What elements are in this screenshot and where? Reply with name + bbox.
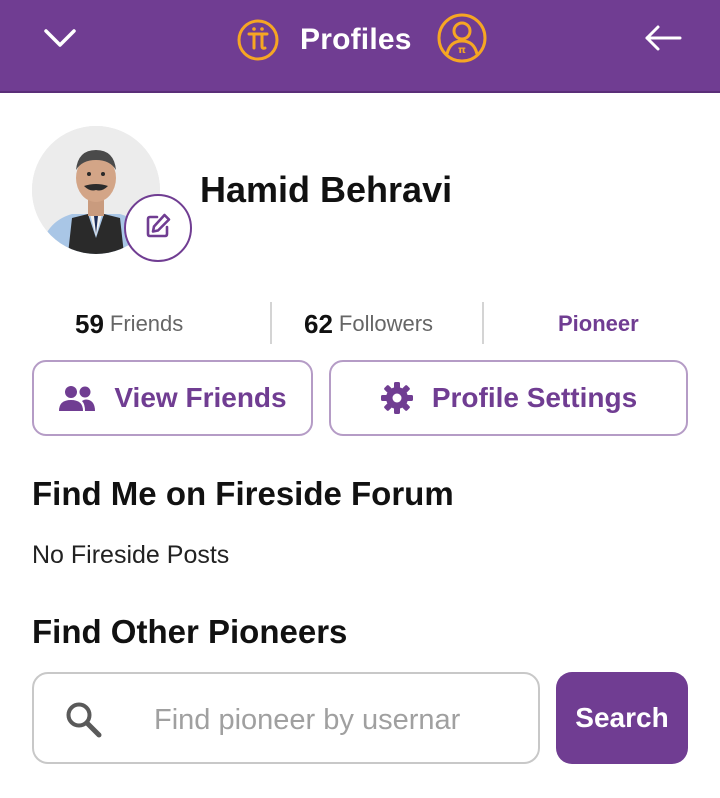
fireside-empty-text: No Fireside Posts bbox=[32, 541, 230, 569]
stat-divider bbox=[482, 302, 484, 344]
people-icon bbox=[58, 385, 96, 411]
view-friends-button[interactable]: View Friends bbox=[32, 360, 313, 436]
pi-logo-icon bbox=[236, 18, 280, 62]
arrow-left-icon[interactable] bbox=[640, 18, 686, 58]
view-friends-label: View Friends bbox=[114, 382, 287, 413]
profile-settings-button[interactable]: Profile Settings bbox=[329, 360, 688, 436]
pencil-edit-icon bbox=[143, 211, 173, 246]
friends-label: Friends bbox=[109, 311, 184, 336]
search-field bbox=[32, 672, 540, 764]
search-icon bbox=[64, 700, 104, 740]
edit-avatar-button[interactable] bbox=[124, 194, 192, 262]
chevron-down-icon[interactable] bbox=[40, 22, 80, 54]
followers-label: Followers bbox=[338, 311, 434, 336]
role-badge: Pioneer bbox=[558, 311, 639, 336]
friends-stat: 59 Friends bbox=[75, 300, 183, 348]
page-title: Profiles bbox=[300, 23, 412, 56]
friends-count: 59 bbox=[75, 308, 104, 339]
find-pioneers-heading: Find Other Pioneers bbox=[32, 613, 348, 650]
profile-stats: 59 Friends 62 Followers Pioneer bbox=[0, 300, 720, 348]
svg-text:π: π bbox=[458, 45, 466, 56]
profile-name: Hamid Behravi bbox=[200, 169, 453, 210]
followers-count: 62 bbox=[304, 308, 333, 339]
followers-stat: 62 Followers bbox=[304, 300, 433, 348]
search-button[interactable]: Search bbox=[556, 672, 688, 764]
top-app-bar: Profiles π bbox=[0, 0, 720, 93]
gear-icon bbox=[380, 381, 414, 415]
search-input[interactable] bbox=[154, 694, 524, 746]
profile-settings-label: Profile Settings bbox=[431, 382, 638, 413]
stat-divider bbox=[270, 302, 272, 344]
profile-circle-icon[interactable]: π bbox=[436, 12, 488, 64]
fireside-heading: Find Me on Fireside Forum bbox=[32, 475, 454, 512]
